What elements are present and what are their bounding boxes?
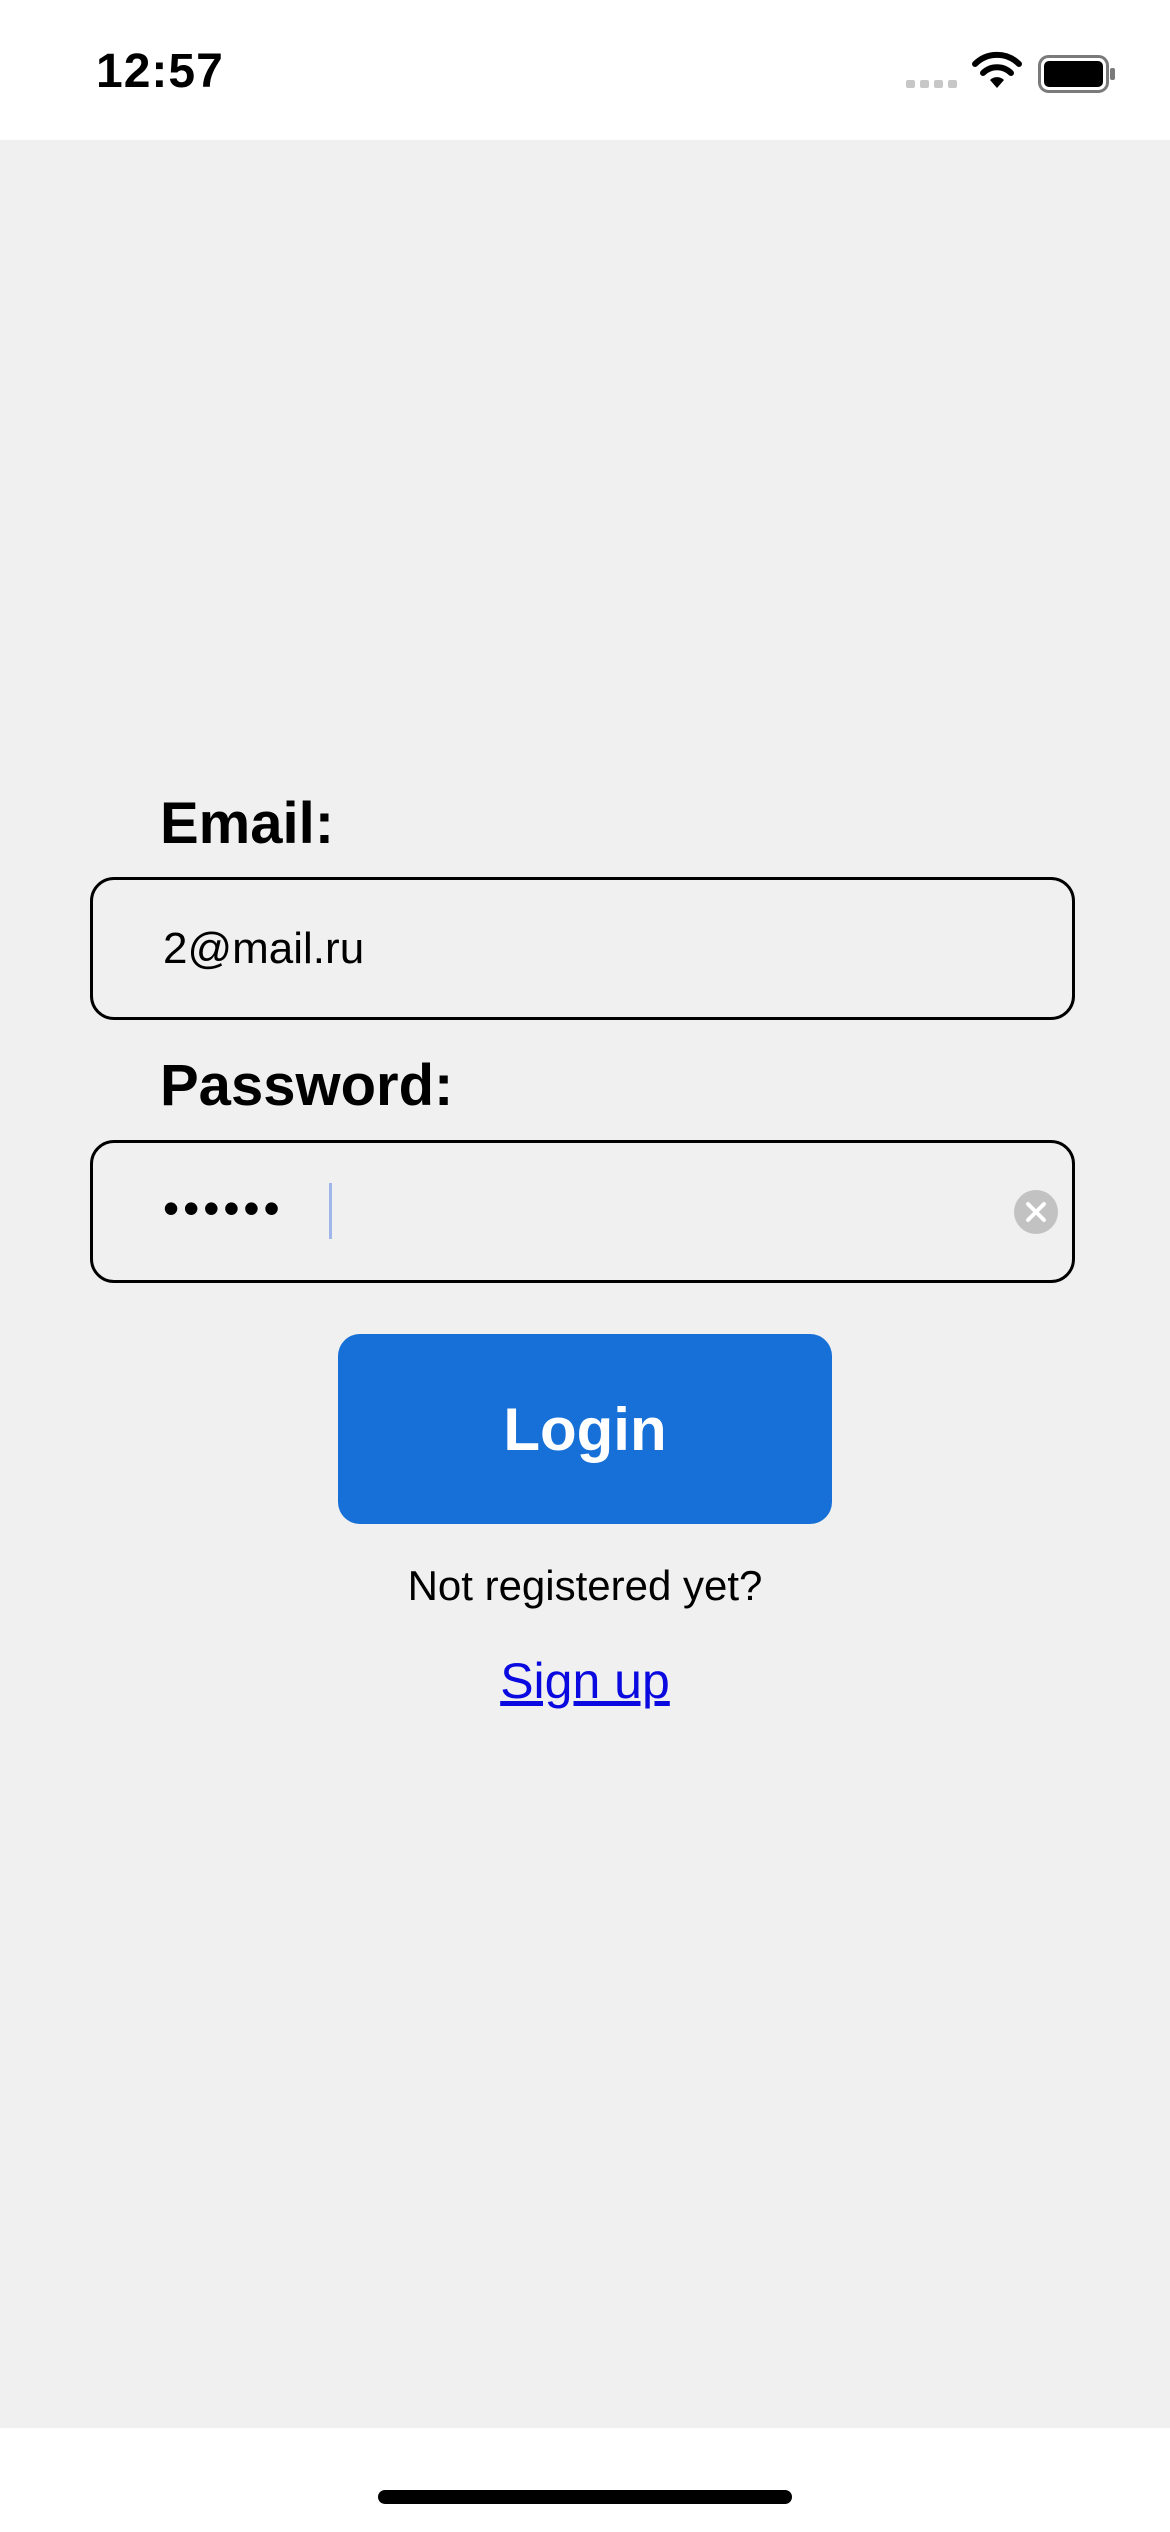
home-area <box>0 2428 1170 2532</box>
text-cursor <box>329 1183 332 1239</box>
status-bar: 12:57 <box>0 0 1170 140</box>
signal-icon <box>906 80 957 88</box>
not-registered-text: Not registered yet? <box>407 1562 763 1609</box>
email-value: 2@mail.ru <box>163 924 365 973</box>
login-button[interactable]: Login <box>338 1334 832 1524</box>
home-indicator[interactable] <box>378 2490 792 2504</box>
email-label: Email: <box>160 791 335 856</box>
clear-text-icon[interactable] <box>1013 1189 1059 1235</box>
signup-link-label[interactable]: Sign up <box>500 1653 670 1709</box>
login-screen <box>0 140 1170 2428</box>
status-time: 12:57 <box>96 45 224 98</box>
password-field[interactable]: •••••• <box>90 1140 1075 1283</box>
battery-icon <box>1038 55 1115 93</box>
email-field[interactable]: 2@mail.ru <box>90 877 1075 1020</box>
wifi-icon <box>972 51 1022 88</box>
signup-link: Sign up <box>0 1652 1170 1710</box>
password-value: •••••• <box>163 1182 284 1234</box>
password-label: Password: <box>160 1053 454 1118</box>
